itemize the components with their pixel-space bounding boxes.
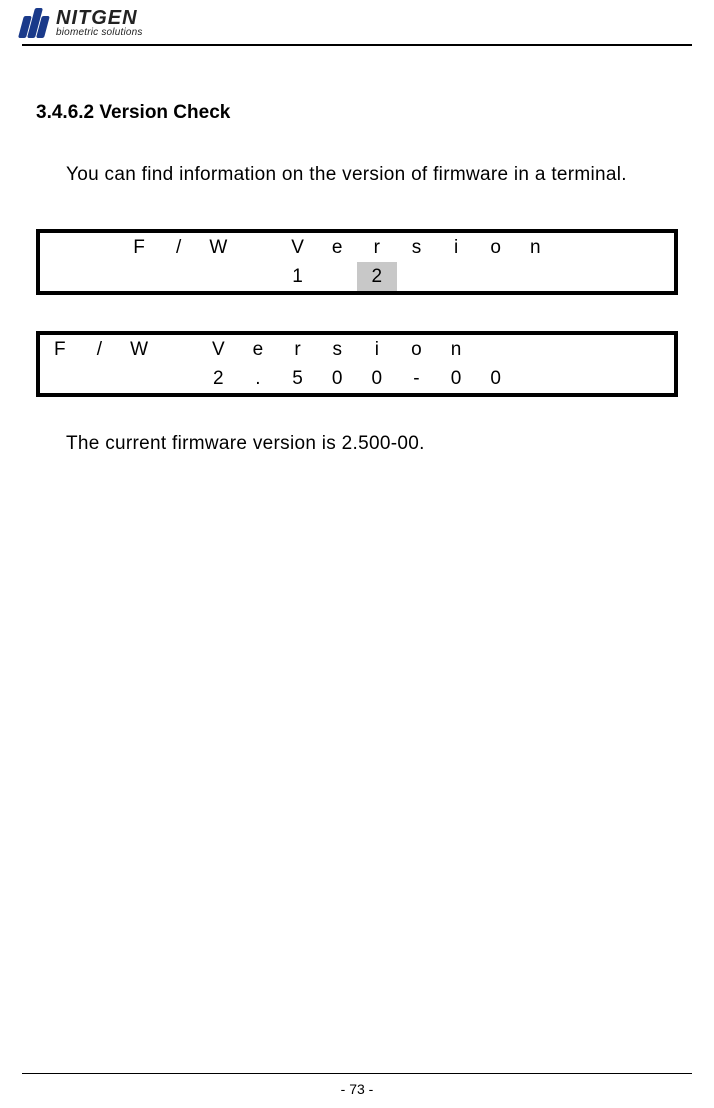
lcd-row: F/W Version	[40, 233, 674, 262]
lcd-cell	[40, 364, 80, 393]
lcd-cell: r	[357, 233, 397, 262]
lcd-cell	[119, 364, 159, 393]
lcd-row: 2.500-00	[40, 364, 674, 393]
lcd-cell	[634, 262, 674, 291]
lcd-cell: /	[80, 335, 120, 364]
intro-paragraph: You can find information on the version …	[66, 160, 678, 189]
lcd-cell	[595, 233, 635, 262]
lcd-cell	[595, 262, 635, 291]
lcd-cell: 0	[476, 364, 516, 393]
lcd-cell: F	[119, 233, 159, 262]
lcd-cell	[436, 262, 476, 291]
lcd-cell: o	[397, 335, 437, 364]
lcd-cell	[317, 262, 357, 291]
lcd-cell: 0	[357, 364, 397, 393]
lcd-cell: W	[119, 335, 159, 364]
lcd-cell	[40, 233, 80, 262]
lcd-cell: s	[397, 233, 437, 262]
lcd-cell: 0	[317, 364, 357, 393]
lcd-cell: /	[159, 233, 199, 262]
lcd-cell: e	[317, 233, 357, 262]
lcd-cell	[238, 262, 278, 291]
lcd-cell	[199, 262, 239, 291]
lcd-cell	[238, 233, 278, 262]
lcd-cell: V	[278, 233, 318, 262]
lcd-cell: F	[40, 335, 80, 364]
lcd-cell	[516, 335, 556, 364]
lcd-cell: r	[278, 335, 318, 364]
lcd-display-menu: F/WVersion 12	[36, 229, 678, 295]
lcd-cell	[595, 335, 635, 364]
lcd-cell: V	[199, 335, 239, 364]
lcd-cell	[555, 233, 595, 262]
lcd-cell	[80, 262, 120, 291]
brand-sub: biometric solutions	[56, 28, 143, 38]
lcd-display-version: F/WVersion 2.500-00	[36, 331, 678, 397]
lcd-cell: n	[436, 335, 476, 364]
lcd-cell: 5	[278, 364, 318, 393]
lcd-cell	[555, 335, 595, 364]
footer-divider	[22, 1073, 692, 1074]
result-text: The current firmware version is 2.500-00…	[66, 433, 678, 455]
lcd-cell	[40, 262, 80, 291]
lcd-cell: e	[238, 335, 278, 364]
brand-text-block: NITGEN biometric solutions	[56, 8, 143, 38]
lcd-cell: s	[317, 335, 357, 364]
page-number: - 73 -	[0, 1081, 714, 1097]
lcd-cell	[476, 335, 516, 364]
page-header: NITGEN biometric solutions	[0, 0, 714, 38]
lcd-cell	[476, 262, 516, 291]
lcd-cell	[634, 335, 674, 364]
lcd-cell: -	[397, 364, 437, 393]
lcd-row: F/W Version	[40, 335, 674, 364]
lcd-cell	[555, 262, 595, 291]
lcd-cell: 0	[436, 364, 476, 393]
lcd-cell: i	[357, 335, 397, 364]
page-content: 3.4.6.2 Version Check You can find infor…	[0, 46, 714, 455]
lcd-cell: .	[238, 364, 278, 393]
lcd-cell: n	[516, 233, 556, 262]
lcd-cell	[516, 364, 556, 393]
lcd-cell: W	[199, 233, 239, 262]
lcd-cell	[159, 364, 199, 393]
lcd-cell	[159, 262, 199, 291]
lcd-cell	[555, 364, 595, 393]
lcd-cell: 2	[199, 364, 239, 393]
lcd-cell	[634, 233, 674, 262]
lcd-cell: i	[436, 233, 476, 262]
lcd-cell	[595, 364, 635, 393]
lcd-cell	[80, 233, 120, 262]
lcd-cell: 2	[357, 262, 397, 291]
brand-main: NITGEN	[56, 8, 143, 28]
lcd-row: 12	[40, 262, 674, 291]
lcd-cell	[516, 262, 556, 291]
lcd-cell: o	[476, 233, 516, 262]
lcd-cell	[159, 335, 199, 364]
lcd-cell	[80, 364, 120, 393]
lcd-cell	[634, 364, 674, 393]
nitgen-logo-icon	[18, 8, 52, 38]
lcd-cell	[397, 262, 437, 291]
lcd-cell	[119, 262, 159, 291]
lcd-cell: 1	[278, 262, 318, 291]
section-heading: 3.4.6.2 Version Check	[36, 102, 678, 124]
